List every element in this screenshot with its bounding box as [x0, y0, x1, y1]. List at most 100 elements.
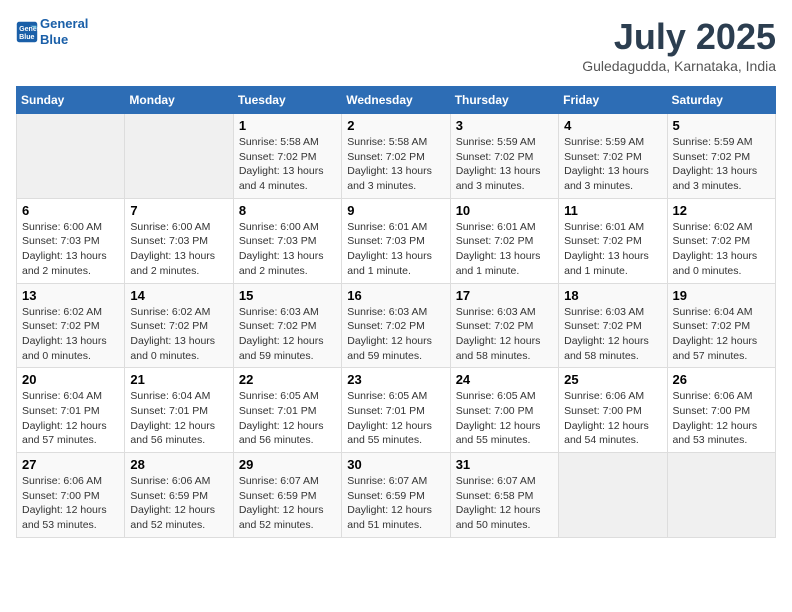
day-number: 11: [564, 203, 661, 218]
header-sunday: Sunday: [17, 87, 125, 114]
calendar-cell: 13 Sunrise: 6:02 AM Sunset: 7:02 PM Dayli…: [17, 283, 125, 368]
day-number: 6: [22, 203, 119, 218]
day-number: 13: [22, 288, 119, 303]
calendar-cell: 12 Sunrise: 6:02 AM Sunset: 7:02 PM Dayli…: [667, 198, 775, 283]
day-number: 3: [456, 118, 553, 133]
day-number: 31: [456, 457, 553, 472]
page-header: General Blue General Blue July 2025 Gule…: [16, 16, 776, 74]
day-number: 1: [239, 118, 336, 133]
calendar-cell: 11Sunrise: 6:01 AM Sunset: 7:02 PM Dayli…: [559, 198, 667, 283]
day-info: Sunrise: 6:01 AM Sunset: 7:03 PM Dayligh…: [347, 220, 444, 279]
day-number: 24: [456, 372, 553, 387]
day-info: Sunrise: 6:02 AM Sunset: 7:02 PM Dayligh…: [22, 305, 119, 364]
calendar-cell: 20 Sunrise: 6:04 AM Sunset: 7:01 PM Dayli…: [17, 368, 125, 453]
calendar-cell: 22 Sunrise: 6:05 AM Sunset: 7:01 PM Dayli…: [233, 368, 341, 453]
header-tuesday: Tuesday: [233, 87, 341, 114]
calendar-week-row: 20 Sunrise: 6:04 AM Sunset: 7:01 PM Dayli…: [17, 368, 776, 453]
day-info: Sunrise: 6:06 AM Sunset: 7:00 PM Dayligh…: [22, 474, 119, 533]
calendar-cell: 24Sunrise: 6:05 AM Sunset: 7:00 PM Dayli…: [450, 368, 558, 453]
header-friday: Friday: [559, 87, 667, 114]
calendar-cell: 15 Sunrise: 6:03 AM Sunset: 7:02 PM Dayli…: [233, 283, 341, 368]
day-info: Sunrise: 6:03 AM Sunset: 7:02 PM Dayligh…: [239, 305, 336, 364]
calendar-cell: 16Sunrise: 6:03 AM Sunset: 7:02 PM Dayli…: [342, 283, 450, 368]
calendar-cell: [559, 453, 667, 538]
subtitle: Guledagudda, Karnataka, India: [582, 58, 776, 74]
calendar-cell: 27 Sunrise: 6:06 AM Sunset: 7:00 PM Dayli…: [17, 453, 125, 538]
day-number: 8: [239, 203, 336, 218]
calendar-cell: 7 Sunrise: 6:00 AM Sunset: 7:03 PM Daylig…: [125, 198, 233, 283]
calendar-cell: 21Sunrise: 6:04 AM Sunset: 7:01 PM Dayli…: [125, 368, 233, 453]
day-number: 17: [456, 288, 553, 303]
day-info: Sunrise: 6:02 AM Sunset: 7:02 PM Dayligh…: [130, 305, 227, 364]
calendar-week-row: 1 Sunrise: 5:58 AM Sunset: 7:02 PM Daylig…: [17, 114, 776, 199]
header-wednesday: Wednesday: [342, 87, 450, 114]
day-number: 2: [347, 118, 444, 133]
calendar-cell: 19 Sunrise: 6:04 AM Sunset: 7:02 PM Dayli…: [667, 283, 775, 368]
day-number: 26: [673, 372, 770, 387]
day-info: Sunrise: 6:05 AM Sunset: 7:01 PM Dayligh…: [347, 389, 444, 448]
day-number: 30: [347, 457, 444, 472]
calendar-cell: 31 Sunrise: 6:07 AM Sunset: 6:58 PM Dayli…: [450, 453, 558, 538]
day-info: Sunrise: 5:59 AM Sunset: 7:02 PM Dayligh…: [564, 135, 661, 194]
day-info: Sunrise: 6:00 AM Sunset: 7:03 PM Dayligh…: [130, 220, 227, 279]
calendar-cell: 3 Sunrise: 5:59 AM Sunset: 7:02 PM Daylig…: [450, 114, 558, 199]
day-info: Sunrise: 5:58 AM Sunset: 7:02 PM Dayligh…: [239, 135, 336, 194]
day-number: 19: [673, 288, 770, 303]
day-info: Sunrise: 6:07 AM Sunset: 6:59 PM Dayligh…: [239, 474, 336, 533]
calendar-cell: 4 Sunrise: 5:59 AM Sunset: 7:02 PM Daylig…: [559, 114, 667, 199]
day-info: Sunrise: 6:05 AM Sunset: 7:01 PM Dayligh…: [239, 389, 336, 448]
calendar-cell: [17, 114, 125, 199]
day-info: Sunrise: 6:06 AM Sunset: 7:00 PM Dayligh…: [564, 389, 661, 448]
day-number: 20: [22, 372, 119, 387]
calendar-week-row: 27 Sunrise: 6:06 AM Sunset: 7:00 PM Dayli…: [17, 453, 776, 538]
day-info: Sunrise: 6:01 AM Sunset: 7:02 PM Dayligh…: [456, 220, 553, 279]
logo-text: General Blue: [40, 16, 88, 47]
calendar-cell: 29 Sunrise: 6:07 AM Sunset: 6:59 PM Dayli…: [233, 453, 341, 538]
day-info: Sunrise: 6:06 AM Sunset: 7:00 PM Dayligh…: [673, 389, 770, 448]
calendar-cell: 9 Sunrise: 6:01 AM Sunset: 7:03 PM Daylig…: [342, 198, 450, 283]
day-info: Sunrise: 6:04 AM Sunset: 7:02 PM Dayligh…: [673, 305, 770, 364]
calendar-cell: [125, 114, 233, 199]
day-number: 10: [456, 203, 553, 218]
calendar-week-row: 6 Sunrise: 6:00 AM Sunset: 7:03 PM Daylig…: [17, 198, 776, 283]
calendar-cell: 6 Sunrise: 6:00 AM Sunset: 7:03 PM Daylig…: [17, 198, 125, 283]
calendar-week-row: 13 Sunrise: 6:02 AM Sunset: 7:02 PM Dayli…: [17, 283, 776, 368]
day-info: Sunrise: 6:00 AM Sunset: 7:03 PM Dayligh…: [239, 220, 336, 279]
day-number: 14: [130, 288, 227, 303]
day-number: 12: [673, 203, 770, 218]
day-info: Sunrise: 6:06 AM Sunset: 6:59 PM Dayligh…: [130, 474, 227, 533]
day-number: 18: [564, 288, 661, 303]
day-info: Sunrise: 6:03 AM Sunset: 7:02 PM Dayligh…: [564, 305, 661, 364]
day-number: 27: [22, 457, 119, 472]
day-info: Sunrise: 6:07 AM Sunset: 6:58 PM Dayligh…: [456, 474, 553, 533]
calendar-cell: 2 Sunrise: 5:58 AM Sunset: 7:02 PM Daylig…: [342, 114, 450, 199]
day-number: 23: [347, 372, 444, 387]
header-thursday: Thursday: [450, 87, 558, 114]
day-info: Sunrise: 6:00 AM Sunset: 7:03 PM Dayligh…: [22, 220, 119, 279]
day-info: Sunrise: 6:04 AM Sunset: 7:01 PM Dayligh…: [22, 389, 119, 448]
day-number: 5: [673, 118, 770, 133]
day-number: 25: [564, 372, 661, 387]
calendar-cell: 18 Sunrise: 6:03 AM Sunset: 7:02 PM Dayli…: [559, 283, 667, 368]
day-number: 4: [564, 118, 661, 133]
day-number: 9: [347, 203, 444, 218]
calendar-header-row: SundayMondayTuesdayWednesdayThursdayFrid…: [17, 87, 776, 114]
calendar-cell: 17 Sunrise: 6:03 AM Sunset: 7:02 PM Dayli…: [450, 283, 558, 368]
day-info: Sunrise: 6:02 AM Sunset: 7:02 PM Dayligh…: [673, 220, 770, 279]
calendar-cell: 10 Sunrise: 6:01 AM Sunset: 7:02 PM Dayli…: [450, 198, 558, 283]
day-info: Sunrise: 5:58 AM Sunset: 7:02 PM Dayligh…: [347, 135, 444, 194]
calendar-cell: 1 Sunrise: 5:58 AM Sunset: 7:02 PM Daylig…: [233, 114, 341, 199]
day-number: 15: [239, 288, 336, 303]
day-number: 22: [239, 372, 336, 387]
day-info: Sunrise: 6:03 AM Sunset: 7:02 PM Dayligh…: [456, 305, 553, 364]
day-info: Sunrise: 6:07 AM Sunset: 6:59 PM Dayligh…: [347, 474, 444, 533]
day-number: 29: [239, 457, 336, 472]
day-info: Sunrise: 5:59 AM Sunset: 7:02 PM Dayligh…: [673, 135, 770, 194]
day-info: Sunrise: 5:59 AM Sunset: 7:02 PM Dayligh…: [456, 135, 553, 194]
logo: General Blue General Blue: [16, 16, 88, 47]
title-area: July 2025 Guledagudda, Karnataka, India: [582, 16, 776, 74]
day-number: 7: [130, 203, 227, 218]
day-number: 16: [347, 288, 444, 303]
day-info: Sunrise: 6:04 AM Sunset: 7:01 PM Dayligh…: [130, 389, 227, 448]
calendar-cell: [667, 453, 775, 538]
